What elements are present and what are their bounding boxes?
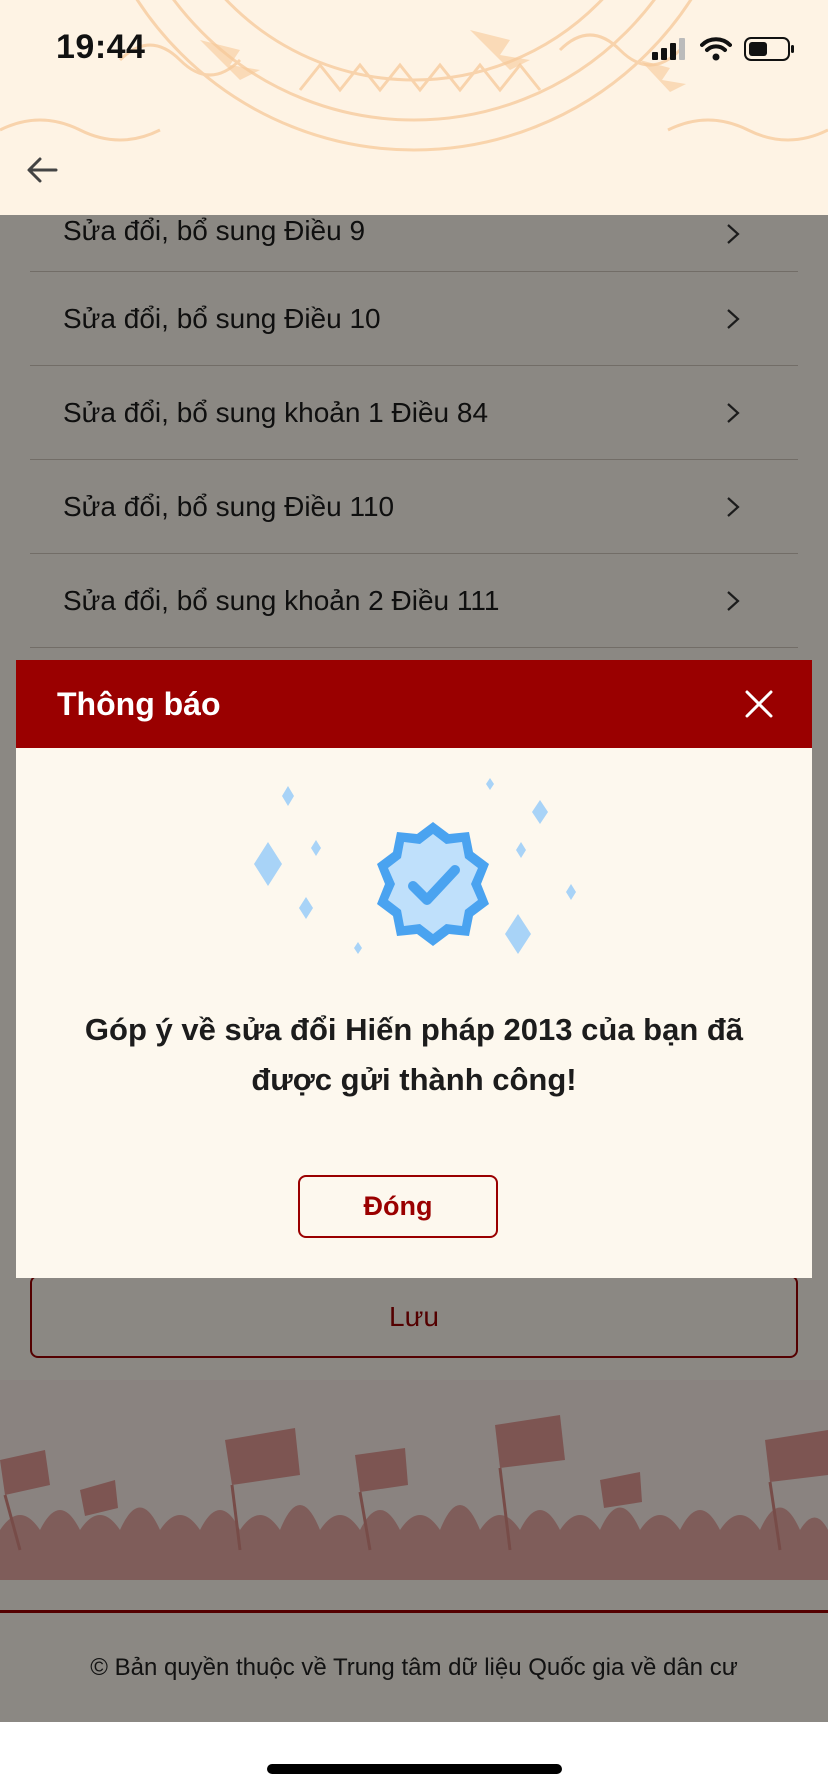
status-time: 19:44	[56, 28, 146, 66]
wifi-icon	[700, 37, 732, 61]
dialog-header: Thông báo	[16, 660, 812, 748]
dialog-message-line1: Góp ý về sửa đổi Hiến pháp 2013 của bạn …	[84, 1012, 744, 1047]
app-header: 19:44	[0, 0, 828, 215]
notification-dialog: Thông báo Góp ý về sửa đổi Hiến pháp 201…	[16, 660, 812, 1278]
close-button[interactable]: Đóng	[298, 1175, 498, 1238]
dialog-message-line2: được gửi thành công!	[251, 1062, 577, 1097]
status-icons	[652, 36, 796, 62]
battery-icon	[744, 37, 794, 61]
dialog-title: Thông báo	[57, 685, 221, 722]
dialog-message: Góp ý về sửa đổi Hiến pháp 2013 của bạn …	[46, 1005, 782, 1105]
cellular-signal-icon	[652, 38, 685, 60]
home-indicator[interactable]	[267, 1764, 562, 1774]
verified-badge-icon	[254, 778, 576, 954]
home-indicator-area	[0, 1722, 828, 1792]
arrow-left-icon[interactable]	[22, 150, 62, 190]
close-icon[interactable]	[744, 689, 774, 719]
